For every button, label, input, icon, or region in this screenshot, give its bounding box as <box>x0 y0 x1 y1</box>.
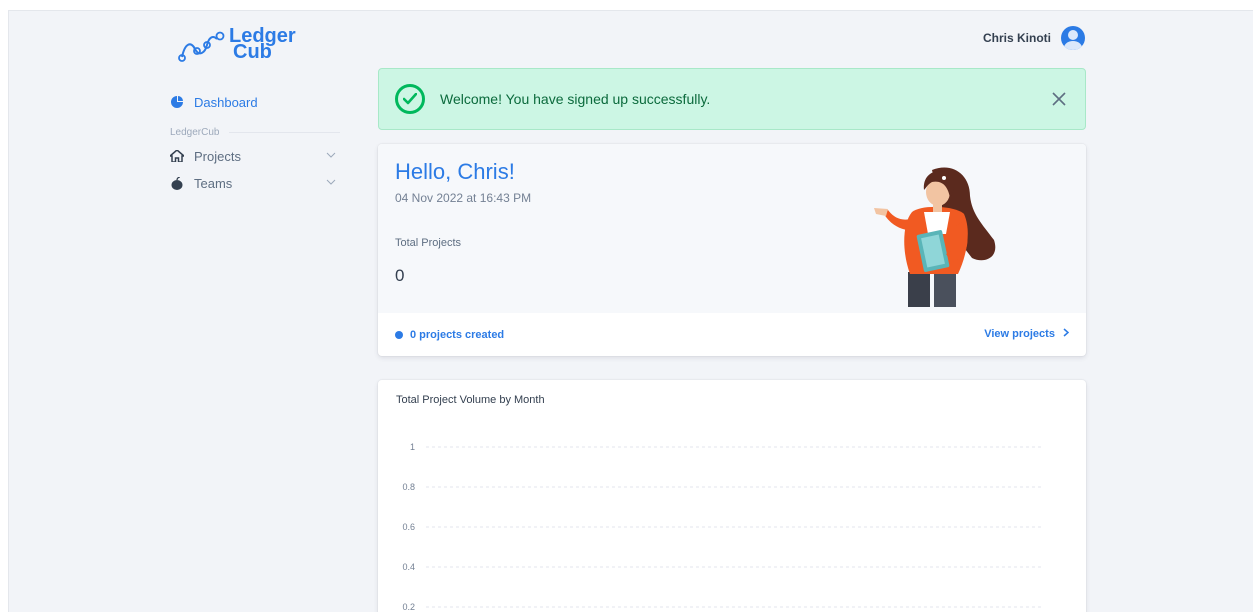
user-menu[interactable]: Chris Kinoti <box>983 26 1085 50</box>
sidebar-item-label: Projects <box>194 148 241 164</box>
divider <box>229 131 340 133</box>
y-tick-label: 0.4 <box>402 562 415 572</box>
ledgercub-logo[interactable]: Ledger Cub <box>177 23 296 65</box>
chevron-down-icon <box>326 179 336 185</box>
total-projects-label: Total Projects <box>395 237 462 249</box>
y-tick-label: 0.2 <box>402 602 415 612</box>
sidebar-item-label: Teams <box>194 175 233 191</box>
chevron-right-icon <box>1063 328 1070 337</box>
status-dot-icon <box>395 330 403 339</box>
section-label-text: LedgerCub <box>170 126 220 138</box>
woman-illustration <box>874 167 996 307</box>
logo-icon <box>178 31 225 62</box>
y-tick-label: 0.8 <box>402 482 415 492</box>
greeting-card-footer: 0 projects created View projects <box>378 313 1086 356</box>
chart-title: Total Project Volume by Month <box>396 394 545 406</box>
greeting-date: 04 Nov 2022 at 16:43 PM <box>395 191 532 205</box>
greeting-card-body: Hello, Chris! 04 Nov 2022 at 16:43 PM To… <box>378 144 1086 313</box>
apple-icon <box>170 176 184 190</box>
projects-created-text: 0 projects created <box>410 328 505 341</box>
logo-text: Ledger Cub <box>229 26 296 62</box>
greeting-title: Hello, Chris! <box>395 159 515 184</box>
avatar-icon[interactable] <box>1061 26 1085 50</box>
view-projects-label: View projects <box>984 328 1055 340</box>
sidebar-item-teams[interactable]: Teams <box>170 171 340 195</box>
sidebar: Dashboard LedgerCub Projects Teams <box>170 90 340 195</box>
greeting-card: Hello, Chris! 04 Nov 2022 at 16:43 PM To… <box>378 144 1086 356</box>
view-projects-link[interactable]: View projects <box>984 328 1070 340</box>
sidebar-section-label: LedgerCub <box>170 124 340 140</box>
pie-chart-icon <box>170 95 184 109</box>
close-icon[interactable] <box>1051 91 1067 107</box>
success-alert: Welcome! You have signed up successfully… <box>378 68 1086 130</box>
sidebar-item-label: Dashboard <box>194 94 258 110</box>
alert-message: Welcome! You have signed up successfully… <box>440 91 711 107</box>
y-tick-label: 1 <box>410 442 415 452</box>
project-volume-chart: 1 0.8 0.6 0.4 0.2 <box>402 442 1044 612</box>
chevron-down-icon <box>326 152 336 158</box>
chart-card: Total Project Volume by Month 1 0.8 0.6 0.4… <box>378 380 1086 612</box>
home-icon <box>170 149 184 163</box>
check-circle-icon <box>395 84 425 114</box>
sidebar-item-dashboard[interactable]: Dashboard <box>170 90 340 114</box>
y-tick-label: 0.6 <box>402 522 415 532</box>
sidebar-item-projects[interactable]: Projects <box>170 144 340 168</box>
total-projects-value: 0 <box>395 266 405 285</box>
user-name: Chris Kinoti <box>983 31 1051 45</box>
